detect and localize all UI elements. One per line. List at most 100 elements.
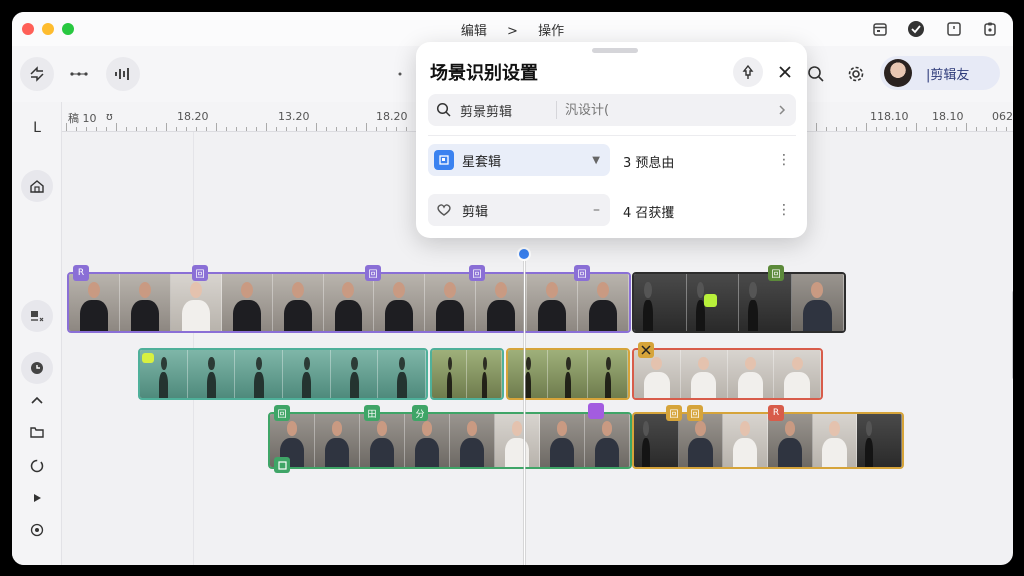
video-clip-dancer[interactable] bbox=[138, 348, 428, 400]
video-clip-dancer-2[interactable] bbox=[430, 348, 504, 400]
home-icon bbox=[30, 180, 44, 193]
ruler-tick bbox=[956, 127, 957, 131]
ruler-tick bbox=[286, 127, 287, 131]
clip-frame bbox=[374, 274, 426, 331]
calendar-icon[interactable] bbox=[870, 19, 890, 39]
ruler-tick bbox=[906, 127, 907, 131]
search-icon[interactable] bbox=[806, 64, 826, 84]
clip-marker-icon[interactable]: 回 bbox=[192, 265, 208, 281]
ruler-tick bbox=[226, 127, 227, 131]
clip-marker-icon[interactable]: 分 bbox=[412, 405, 428, 421]
search-scope-label: 剪景剪辑 bbox=[460, 104, 513, 120]
clip-marker-icon[interactable] bbox=[274, 457, 290, 473]
ruler-tick bbox=[276, 127, 277, 131]
ruler-tick bbox=[236, 127, 237, 131]
clip-frame bbox=[315, 414, 360, 467]
dot-icon bbox=[396, 64, 404, 84]
checkmark-icon[interactable] bbox=[906, 19, 926, 39]
user-name: |剪辑友 bbox=[926, 67, 970, 83]
effects-icon[interactable] bbox=[21, 514, 53, 546]
home-button[interactable] bbox=[21, 170, 53, 202]
clip-frame bbox=[791, 274, 844, 331]
drag-handle[interactable] bbox=[592, 48, 638, 53]
audio-waveform-button[interactable] bbox=[106, 57, 140, 91]
clip-marker-icon[interactable]: 回 bbox=[274, 405, 290, 421]
cut-marker-icon[interactable] bbox=[638, 342, 654, 358]
edit-mode-select[interactable]: 剪辑 – bbox=[428, 194, 610, 226]
clip-frame bbox=[634, 274, 687, 331]
clip-marker-icon[interactable]: 回 bbox=[687, 405, 703, 421]
ruler-tick bbox=[86, 127, 87, 131]
breadcrumb-item-operate[interactable]: 操作 bbox=[538, 24, 564, 39]
clip-frame bbox=[235, 350, 284, 398]
keyframe-marker-icon[interactable] bbox=[142, 353, 154, 363]
ruler-tick bbox=[216, 123, 217, 131]
ruler-label: 18.10 bbox=[932, 110, 964, 123]
play-icon[interactable] bbox=[21, 482, 53, 514]
clip-marker-icon[interactable]: 回 bbox=[365, 265, 381, 281]
clip-frame bbox=[812, 414, 858, 467]
vertical-scrollbar[interactable] bbox=[1012, 290, 1013, 380]
chevron-up-icon[interactable] bbox=[21, 384, 53, 416]
clip-frame bbox=[857, 414, 902, 467]
ruler-tick bbox=[346, 127, 347, 131]
clip-marker-icon[interactable]: 回 bbox=[574, 265, 590, 281]
folder-icon[interactable] bbox=[21, 416, 53, 448]
keyframe-marker-icon[interactable] bbox=[704, 294, 717, 307]
search-separator bbox=[556, 101, 557, 119]
clip-marker-icon[interactable]: R bbox=[768, 405, 784, 421]
playhead-line[interactable] bbox=[524, 250, 525, 565]
more-options-icon[interactable]: ⋮ bbox=[776, 200, 792, 220]
loop-icon[interactable] bbox=[21, 450, 53, 482]
ruler-tick bbox=[126, 127, 127, 131]
clip-frame bbox=[476, 274, 528, 331]
ruler-label: 13.20 bbox=[278, 110, 310, 123]
clip-frame bbox=[432, 350, 467, 398]
ruler-tick bbox=[946, 127, 947, 131]
search-field[interactable]: 剪景剪辑 bbox=[428, 94, 796, 126]
sticker-button[interactable] bbox=[21, 352, 53, 384]
transform-button[interactable] bbox=[20, 57, 54, 91]
layer-label-button[interactable]: L bbox=[21, 112, 53, 144]
close-button[interactable] bbox=[772, 59, 798, 85]
clip-marker-icon[interactable]: R bbox=[73, 265, 89, 281]
more-options-icon[interactable]: ⋮ bbox=[776, 150, 792, 170]
ruler-label: 18.20 bbox=[177, 110, 209, 123]
clip-frame bbox=[425, 274, 477, 331]
clip-marker-icon[interactable]: 回 bbox=[666, 405, 682, 421]
scene-type-select[interactable]: 星套辑 ▼ bbox=[428, 144, 610, 176]
clip-marker-icon[interactable]: 回 bbox=[469, 265, 485, 281]
video-clip-talking-heads[interactable] bbox=[268, 412, 632, 469]
avatar bbox=[884, 59, 912, 87]
edit-mode-status: 4 召获攫 bbox=[623, 206, 675, 221]
minus-icon: – bbox=[593, 202, 600, 218]
clip-frame bbox=[548, 350, 588, 398]
subtitle-button[interactable] bbox=[21, 300, 53, 332]
clip-marker-icon[interactable]: 回 bbox=[768, 265, 784, 281]
sticker-icon bbox=[31, 362, 43, 374]
clip-frame bbox=[330, 350, 379, 398]
window-icon[interactable] bbox=[944, 19, 964, 39]
ruler-tick bbox=[306, 127, 307, 131]
keyframe-marker-icon[interactable] bbox=[588, 403, 604, 419]
ruler-tick bbox=[376, 127, 377, 131]
clipboard-icon[interactable] bbox=[980, 19, 1000, 39]
breadcrumb-item-edit[interactable]: 编辑 bbox=[461, 24, 487, 39]
user-account-button[interactable]: |剪辑友 bbox=[880, 56, 1000, 90]
clip-frame bbox=[723, 414, 769, 467]
search-icon bbox=[436, 102, 451, 117]
clip-frame bbox=[508, 350, 548, 398]
clip-frame bbox=[360, 414, 405, 467]
chevron-right-icon[interactable] bbox=[778, 104, 786, 116]
link-button[interactable] bbox=[62, 57, 96, 91]
ruler-tick bbox=[386, 127, 387, 131]
clip-marker-icon[interactable]: 田 bbox=[364, 405, 380, 421]
pin-button[interactable] bbox=[733, 57, 763, 87]
playhead-handle[interactable] bbox=[517, 247, 531, 261]
video-clip-studio[interactable] bbox=[632, 272, 846, 333]
video-clip-portrait[interactable] bbox=[632, 348, 823, 400]
video-clip-interview[interactable] bbox=[67, 272, 631, 333]
gear-icon[interactable] bbox=[846, 64, 866, 84]
search-input[interactable] bbox=[565, 102, 775, 118]
breadcrumb: 编辑 > 操作 bbox=[12, 20, 1013, 39]
